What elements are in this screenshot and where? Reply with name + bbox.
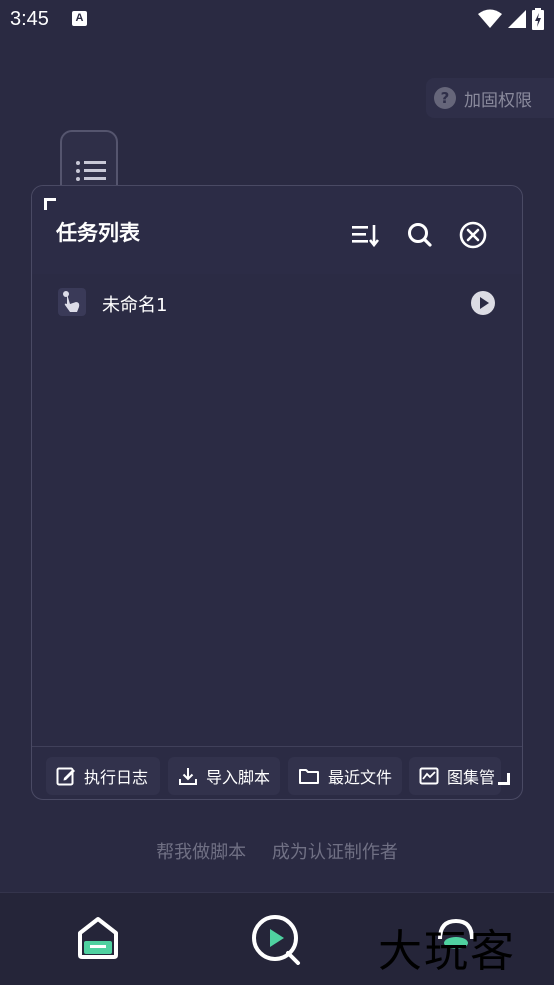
help-icon: ? <box>434 87 456 109</box>
resize-handle-bottom-right[interactable] <box>498 773 510 785</box>
battery-icon <box>532 8 544 30</box>
gallery-manage-label: 图集管 <box>447 768 496 787</box>
nav-run[interactable] <box>250 913 300 965</box>
task-name: 未命名1 <box>102 295 168 316</box>
task-thumbnail <box>58 288 86 316</box>
status-icons <box>478 8 544 30</box>
become-author-link[interactable]: 成为认证制作者 <box>272 842 398 863</box>
permission-button[interactable]: ? 加固权限 <box>426 78 554 118</box>
download-icon <box>178 768 197 785</box>
edit-icon <box>56 767 75 786</box>
panel-header: 任务列表 <box>32 186 522 274</box>
play-search-icon <box>252 915 300 965</box>
watermark: 大玩客 <box>378 926 516 977</box>
status-bar: 3:45 A <box>0 0 554 40</box>
chart-icon <box>419 767 439 785</box>
import-script-label: 导入脚本 <box>205 768 270 787</box>
close-icon[interactable] <box>458 220 488 250</box>
task-row[interactable]: 未命名1 <box>54 282 502 324</box>
wifi-icon <box>478 9 502 28</box>
nav-home[interactable] <box>74 913 124 963</box>
notification-icon: A <box>72 11 87 26</box>
search-icon[interactable] <box>405 220 435 250</box>
task-list-panel: 任务列表 未命名1 执行日志 导入脚本 最近文件 图集管 <box>31 185 523 800</box>
import-script-button[interactable]: 导入脚本 <box>168 757 280 795</box>
sort-icon[interactable] <box>350 220 380 250</box>
recent-files-label: 最近文件 <box>327 768 392 787</box>
folder-icon <box>298 769 319 784</box>
help-script-link[interactable]: 帮我做脚本 <box>156 842 246 863</box>
gallery-manage-button[interactable]: 图集管 <box>409 757 501 795</box>
panel-footer: 执行日志 导入脚本 最近文件 图集管 <box>32 746 522 800</box>
touch-icon <box>63 291 80 312</box>
execution-log-button[interactable]: 执行日志 <box>46 757 160 795</box>
status-time: 3:45 <box>10 8 49 30</box>
permission-label: 加固权限 <box>464 90 532 111</box>
bottom-links: 帮我做脚本 成为认证制作者 <box>0 838 554 864</box>
home-icon <box>78 917 118 959</box>
execution-log-label: 执行日志 <box>84 768 149 787</box>
list-icon <box>76 161 106 181</box>
resize-handle-top-left[interactable] <box>44 198 56 210</box>
recent-files-button[interactable]: 最近文件 <box>288 757 402 795</box>
play-icon[interactable] <box>470 290 496 316</box>
panel-title: 任务列表 <box>56 221 140 245</box>
signal-icon <box>508 10 526 28</box>
